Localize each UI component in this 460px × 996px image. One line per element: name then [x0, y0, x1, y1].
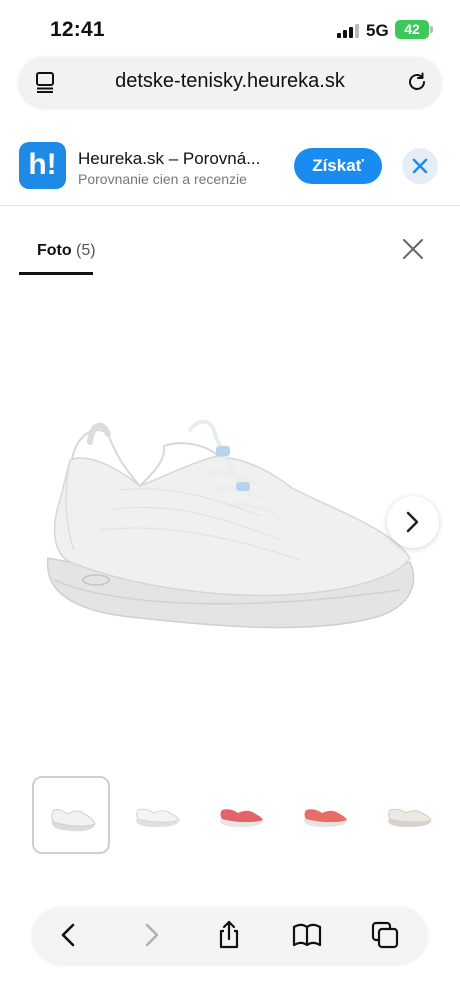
thumbnail-4[interactable]: [286, 776, 364, 854]
thumbnail-shoe-1: [51, 809, 96, 832]
share-icon[interactable]: [213, 919, 245, 951]
tab-label: Foto: [37, 242, 72, 259]
network-label: 5G: [366, 21, 389, 40]
app-name: Heureka.sk – Porovná...: [78, 149, 261, 168]
chevron-right-icon: [406, 511, 419, 533]
thumbnail-shoe-2: [136, 808, 180, 827]
get-app-button[interactable]: Získať: [294, 148, 382, 184]
status-bar: 12:41 5G 42: [0, 0, 460, 56]
thumbnail-3[interactable]: [202, 776, 280, 854]
app-logo[interactable]: h!: [19, 142, 66, 189]
thumbnail-shoe-4: [304, 809, 347, 827]
battery-level: 42: [404, 21, 420, 37]
back-icon[interactable]: [53, 919, 85, 951]
battery-icon: 42: [395, 20, 429, 39]
thumbnail-5[interactable]: [370, 776, 448, 854]
forward-icon[interactable]: [135, 919, 167, 951]
address-bar[interactable]: detske-tenisky.heureka.sk: [19, 57, 441, 107]
tab-foto[interactable]: Foto (5): [19, 238, 96, 275]
app-logo-text: h!: [28, 148, 57, 181]
thumbnail-shoe-3: [220, 809, 263, 827]
product-image-shoe[interactable]: [30, 390, 430, 650]
signal-strength-icon: [337, 24, 359, 38]
next-image-button[interactable]: [387, 496, 439, 548]
smart-app-banner: h! Heureka.sk – Porovná... Porovnanie ci…: [0, 128, 460, 206]
gallery-close-icon[interactable]: [400, 236, 426, 262]
thumbnail-1[interactable]: [32, 776, 110, 854]
banner-close-button[interactable]: [402, 148, 438, 184]
close-icon: [412, 158, 428, 174]
status-time: 12:41: [50, 18, 105, 41]
tabs-icon[interactable]: [369, 919, 401, 951]
thumbnail-shoe-5: [388, 808, 432, 827]
tab-list-icon[interactable]: [35, 71, 57, 93]
tab-count: (5): [76, 242, 96, 259]
browser-toolbar: [33, 907, 427, 963]
thumbnail-2[interactable]: [118, 776, 196, 854]
bookmarks-icon[interactable]: [291, 919, 323, 951]
reload-icon[interactable]: [405, 70, 429, 94]
battery-cap: [430, 26, 433, 33]
url-text[interactable]: detske-tenisky.heureka.sk: [77, 70, 383, 93]
app-subtitle: Porovnanie cien a recenzie: [78, 171, 247, 187]
